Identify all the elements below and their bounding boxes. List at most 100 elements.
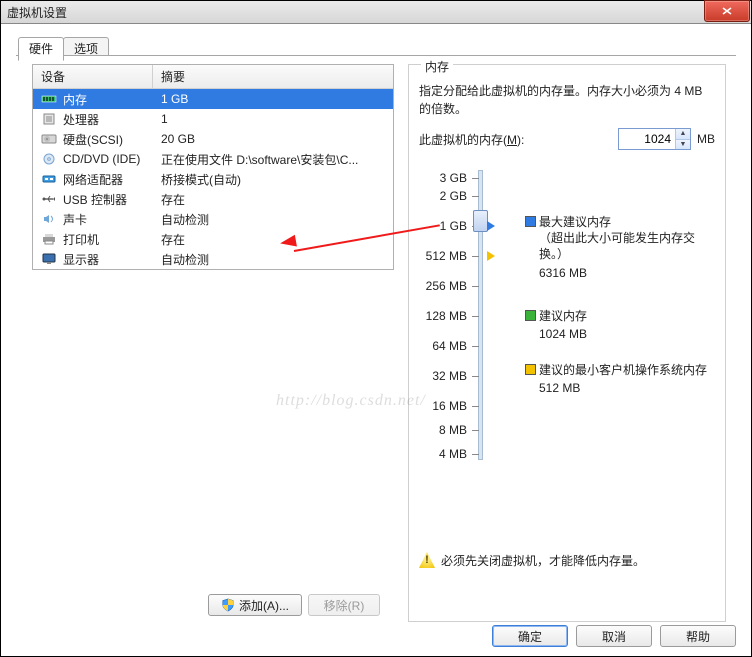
device-name: 显示器 (63, 251, 99, 268)
memory-icon (41, 93, 57, 105)
legend-rec-title: 建议内存 (539, 308, 715, 324)
slider-tick-label: 8 MB (419, 423, 467, 437)
device-cell: 显示器 (33, 251, 153, 268)
sound-icon (41, 213, 57, 225)
spinner-up[interactable]: ▲ (676, 129, 690, 140)
memory-description: 指定分配给此虚拟机的内存量。内存大小必须为 4 MB 的倍数。 (419, 82, 715, 118)
add-button[interactable]: 添加(A)... (208, 594, 302, 616)
device-name: 内存 (63, 91, 87, 108)
col-device-header[interactable]: 设备 (33, 65, 153, 88)
slider-tick (472, 454, 479, 455)
close-icon (722, 7, 732, 15)
slider-tick-label: 64 MB (419, 339, 467, 353)
slider-tick-label: 512 MB (419, 249, 467, 263)
usb-icon (41, 193, 57, 205)
ok-button-label: 确定 (518, 628, 542, 645)
device-name: CD/DVD (IDE) (63, 152, 140, 166)
device-name: 声卡 (63, 211, 87, 228)
display-icon (41, 253, 57, 265)
marker-min-square-icon (525, 364, 536, 375)
tab-hardware-label: 硬件 (29, 42, 53, 56)
legend-rec-value: 1024 MB (539, 326, 715, 342)
device-cell: 网络适配器 (33, 171, 153, 188)
legend-max-value: 6316 MB (539, 265, 715, 281)
device-button-row: 添加(A)... 移除(R) (208, 594, 380, 616)
device-name: 硬盘(SCSI) (63, 131, 123, 148)
device-row-cddvd[interactable]: CD/DVD (IDE)正在使用文件 D:\software\安装包\C... (33, 149, 393, 169)
tab-options-label: 选项 (74, 42, 98, 56)
printer-icon (41, 233, 57, 245)
device-summary: 自动检测 (153, 251, 393, 268)
slider-tick-label: 256 MB (419, 279, 467, 293)
cancel-button[interactable]: 取消 (576, 625, 652, 647)
device-row-usb[interactable]: USB 控制器 存在 (33, 189, 393, 209)
device-summary: 自动检测 (153, 211, 393, 228)
device-row-display[interactable]: 显示器 自动检测 (33, 249, 393, 269)
memory-pane: 内存 指定分配给此虚拟机的内存量。内存大小必须为 4 MB 的倍数。 此虚拟机的… (408, 64, 726, 622)
device-grid[interactable]: 设备 摘要 内存1 GB 处理器 1 硬盘(SCSI) 20 GB CD/DVD (IDE… (32, 64, 394, 270)
slider-tick (472, 406, 479, 407)
ok-button[interactable]: 确定 (492, 625, 568, 647)
legend-max-note: （超出此大小可能发生内存交换。） (539, 230, 715, 262)
cpu-icon (41, 113, 57, 125)
slider-tick-label: 1 GB (419, 219, 467, 233)
tab-hardware[interactable]: 硬件 (18, 37, 64, 61)
device-row-printer[interactable]: 打印机存在 (33, 229, 393, 249)
device-summary: 1 (153, 112, 393, 126)
slider-tick (472, 256, 479, 257)
remove-button: 移除(R) (308, 594, 380, 616)
slider-tick (472, 430, 479, 431)
device-row-memory[interactable]: 内存1 GB (33, 89, 393, 109)
device-cell: 打印机 (33, 231, 153, 248)
device-grid-header: 设备 摘要 (33, 65, 393, 89)
memory-group-title: 内存 (421, 58, 453, 75)
spinner-down[interactable]: ▼ (676, 140, 690, 150)
slider-tick-label: 16 MB (419, 399, 467, 413)
device-name: 处理器 (63, 111, 99, 128)
device-name: 网络适配器 (63, 171, 123, 188)
device-name: 打印机 (63, 231, 99, 248)
device-row-net[interactable]: 网络适配器桥接模式(自动) (33, 169, 393, 189)
device-cell: 处理器 (33, 111, 153, 128)
marker-max-square-icon (525, 216, 536, 227)
memory-slider[interactable]: 3 GB2 GB1 GB512 MB256 MB128 MB64 MB32 MB… (419, 164, 715, 464)
device-summary: 存在 (153, 191, 393, 208)
slider-thumb[interactable] (473, 210, 488, 232)
slider-tick (472, 346, 479, 347)
legend-max: 最大建议内存（超出此大小可能发生内存交换。） 6316 MB (539, 214, 715, 281)
marker-max-arrow-icon (487, 221, 495, 231)
slider-tick-label: 4 MB (419, 447, 467, 461)
device-summary: 20 GB (153, 132, 393, 146)
net-icon (41, 173, 57, 185)
device-cell: 声卡 (33, 211, 153, 228)
hdd-icon (41, 133, 57, 145)
device-pane: 设备 摘要 内存1 GB 处理器 1 硬盘(SCSI) 20 GB CD/DVD (IDE… (32, 64, 394, 622)
memory-input-label: 此虚拟机的内存(M): (419, 131, 524, 148)
device-name: USB 控制器 (63, 191, 127, 208)
warning-icon (419, 552, 435, 568)
memory-spinner[interactable]: ▲ ▼ (618, 128, 691, 150)
help-button[interactable]: 帮助 (660, 625, 736, 647)
legend-max-title: 最大建议内存 (539, 214, 715, 230)
titlebar[interactable]: 虚拟机设置 (1, 1, 751, 24)
device-row-sound[interactable]: 声卡 自动检测 (33, 209, 393, 229)
client-area: 硬件 选项 设备 摘要 内存1 GB处理器1硬盘(SCSI)20 GBCD/DV… (2, 24, 750, 655)
close-button[interactable] (704, 0, 750, 22)
col-summary-header[interactable]: 摘要 (153, 65, 393, 88)
device-row-hdd[interactable]: 硬盘(SCSI) 20 GB (33, 129, 393, 149)
slider-tick-label: 2 GB (419, 189, 467, 203)
memory-unit: MB (697, 132, 715, 146)
slider-tick (472, 286, 479, 287)
dialog-buttons: 确定 取消 帮助 (492, 625, 736, 647)
legend-rec: 建议内存 1024 MB (539, 308, 715, 342)
titlebar-text: 虚拟机设置 (7, 4, 67, 21)
slider-tick (472, 316, 479, 317)
marker-rec-square-icon (525, 310, 536, 321)
memory-input-row: 此虚拟机的内存(M): ▲ ▼ MB (419, 128, 715, 150)
slider-tick (472, 376, 479, 377)
device-cell: CD/DVD (IDE) (33, 152, 153, 166)
legend-min-title: 建议的最小客户机操作系统内存 (539, 362, 715, 378)
memory-input[interactable] (619, 129, 675, 149)
device-row-cpu[interactable]: 处理器 1 (33, 109, 393, 129)
cddvd-icon (41, 153, 57, 165)
